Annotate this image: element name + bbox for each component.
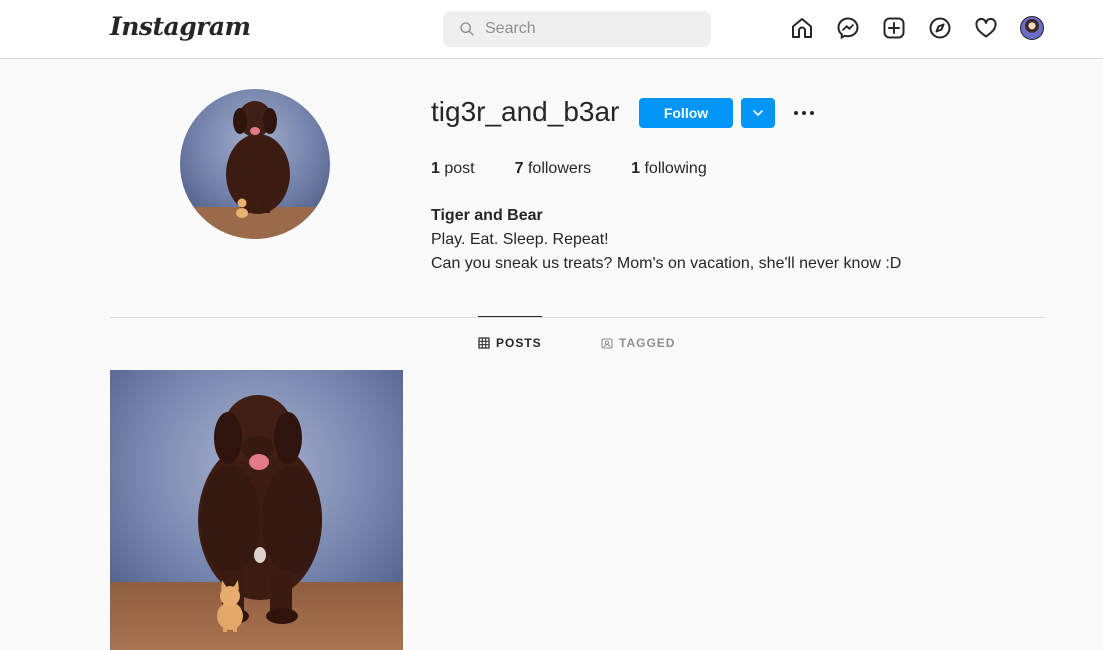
dog-and-cat-post-image <box>110 370 403 650</box>
search-box[interactable] <box>443 11 711 47</box>
following-stat[interactable]: 1 following <box>631 160 707 178</box>
followers-label: followers <box>527 160 592 177</box>
search-icon <box>460 22 474 36</box>
tabs-divider <box>110 317 1045 318</box>
profile-avatar[interactable] <box>1020 16 1044 40</box>
nav-icons <box>790 16 1044 40</box>
profile-bio: Tiger and Bear Play. Eat. Sleep. Repeat!… <box>431 204 901 276</box>
suggested-accounts-dropdown-button[interactable] <box>741 98 775 128</box>
tab-tagged[interactable]: TAGGED <box>601 336 675 350</box>
home-icon[interactable] <box>790 16 814 40</box>
activity-heart-icon[interactable] <box>974 16 998 40</box>
chevron-down-icon <box>753 110 763 116</box>
tab-posts[interactable]: POSTS <box>478 336 542 350</box>
following-label: following <box>644 160 707 177</box>
active-tab-indicator <box>478 316 542 317</box>
tagged-icon <box>601 338 613 349</box>
following-count: 1 <box>631 160 641 177</box>
options-button[interactable] <box>790 100 818 126</box>
post-thumbnail[interactable] <box>110 370 403 650</box>
top-navigation-bar: Instagram <box>0 0 1103 59</box>
tab-tagged-label: TAGGED <box>619 336 676 350</box>
bio-line-1: Play. Eat. Sleep. Repeat! <box>431 231 609 248</box>
posts-stat: 1 post <box>431 160 475 178</box>
bio-line-2: Can you sneak us treats? Mom's on vacati… <box>431 255 902 272</box>
posts-count: 1 <box>431 160 440 177</box>
tab-posts-label: POSTS <box>496 336 542 350</box>
explore-icon[interactable] <box>928 16 952 40</box>
posts-label: post <box>444 160 475 177</box>
search-input[interactable] <box>485 20 695 38</box>
follow-button[interactable]: Follow <box>639 98 733 128</box>
profile-username: tig3r_and_b3ar <box>431 96 620 127</box>
messenger-icon[interactable] <box>836 16 860 40</box>
followers-count: 7 <box>514 160 524 177</box>
more-options-icon <box>794 111 814 115</box>
profile-stats: 1 post 7 followers 1 following <box>431 160 747 178</box>
profile-picture[interactable] <box>180 89 330 239</box>
profile-full-name: Tiger and Bear <box>431 207 543 224</box>
new-post-icon[interactable] <box>882 16 906 40</box>
followers-stat[interactable]: 7 followers <box>515 160 592 178</box>
grid-icon <box>478 337 490 349</box>
dog-and-cat-photo <box>180 89 330 239</box>
instagram-logo[interactable]: Instagram <box>110 12 251 41</box>
